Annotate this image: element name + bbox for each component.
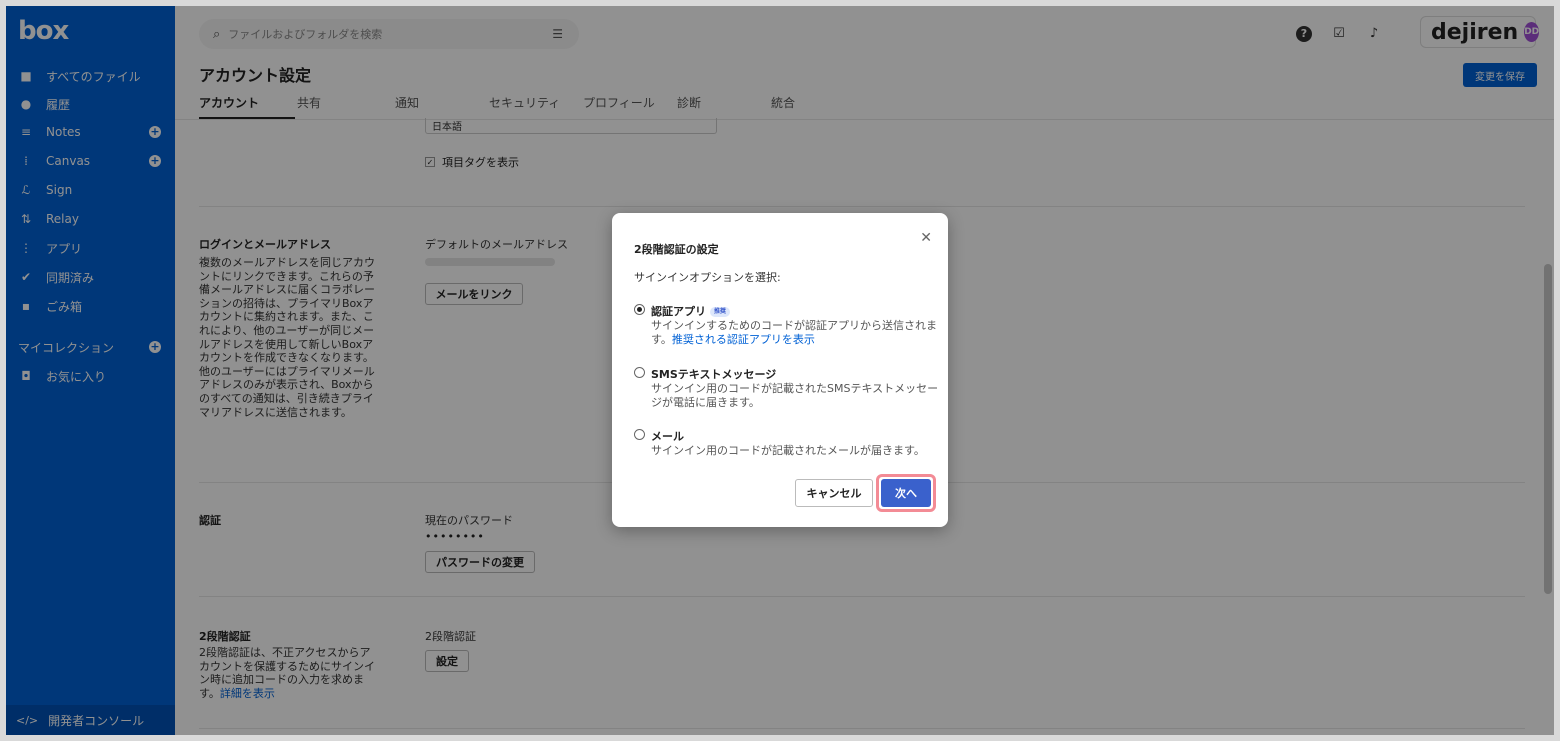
cancel-button[interactable]: キャンセル <box>795 479 873 507</box>
authenticator-app-label-group: 認証アプリ 推奨 <box>651 303 731 319</box>
close-icon[interactable]: ✕ <box>920 230 932 246</box>
sms-radio[interactable] <box>634 367 645 378</box>
dialog-subtitle: サインインオプションを選択: <box>634 271 781 284</box>
authenticator-app-description: サインインするためのコードが認証アプリから送信されます。推奨される認証アプリを表… <box>651 319 941 346</box>
dialog-title: 2段階認証の設定 <box>634 243 719 256</box>
app-window: box ■ すべてのファイル ● 履歴 ≡ Notes + ⁞ Canvas +… <box>6 6 1554 735</box>
recommended-badge: 推奨 <box>710 307 731 317</box>
recommended-apps-link[interactable]: 推奨される認証アプリを表示 <box>672 333 815 346</box>
email-label: メール <box>651 430 684 443</box>
sms-description: サインイン用のコードが記載されたSMSテキストメッセージが電話に届きます。 <box>651 382 939 409</box>
email-radio[interactable] <box>634 429 645 440</box>
next-button[interactable]: 次へ <box>881 479 931 507</box>
sms-label: SMSテキストメッセージ <box>651 368 777 381</box>
authenticator-app-radio[interactable] <box>634 304 645 315</box>
two-factor-setup-dialog: 2段階認証の設定 ✕ サインインオプションを選択: 認証アプリ 推奨 サインインす… <box>612 213 948 527</box>
authenticator-app-label: 認証アプリ <box>651 305 706 318</box>
email-description: サインイン用のコードが記載されたメールが届きます。 <box>651 444 925 457</box>
